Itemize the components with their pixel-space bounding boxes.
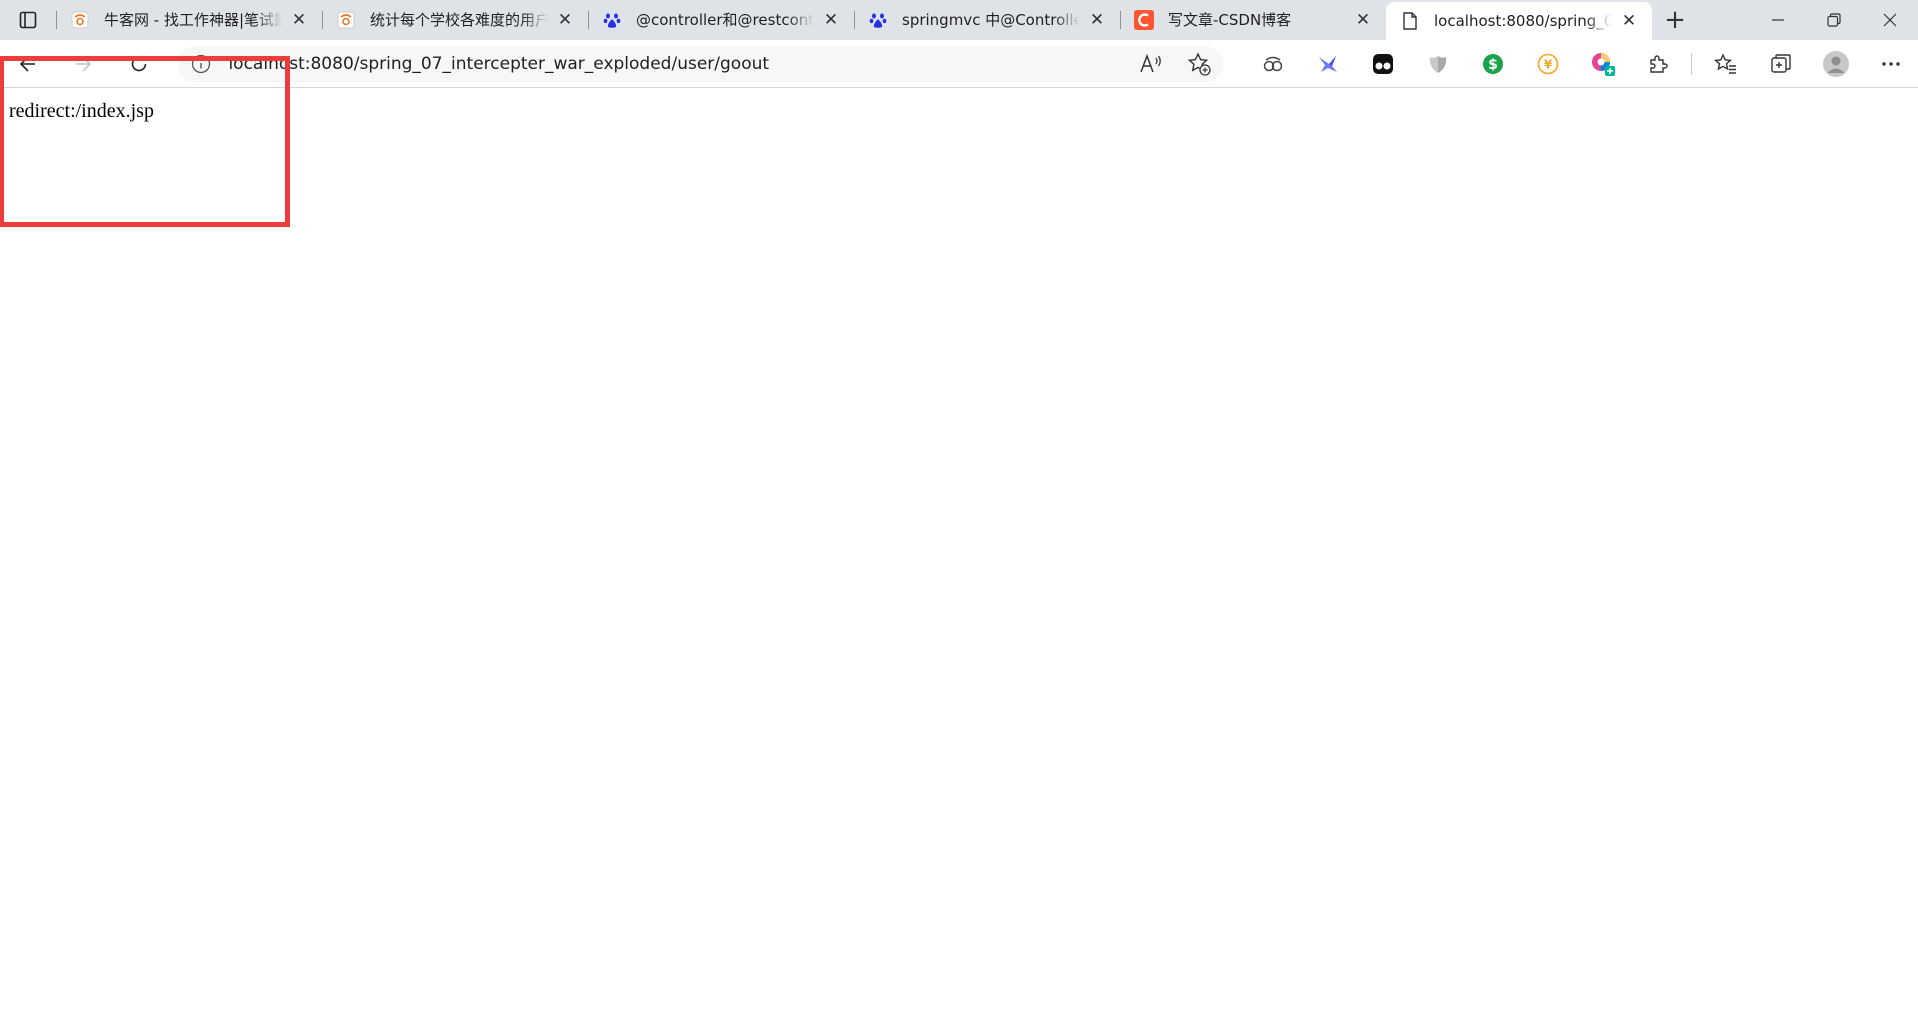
nowcoder-icon [336, 10, 356, 30]
tab-actions-icon [19, 11, 37, 29]
svg-text:$: $ [1488, 57, 1498, 73]
restore-icon [1827, 13, 1841, 27]
tab-actions-button[interactable] [0, 0, 56, 40]
tab-close-icon[interactable]: ✕ [1352, 9, 1374, 31]
tab-baidu-controller[interactable]: @controller和@restcontroller ✕ [588, 0, 854, 40]
add-favorite-icon[interactable] [1185, 50, 1213, 78]
more-dots-icon [1881, 61, 1900, 66]
puzzle-icon [1649, 54, 1668, 73]
svg-text:¥: ¥ [1543, 57, 1552, 71]
page-icon [1400, 11, 1420, 31]
browser-toolbar: $ ¥ [0, 40, 1918, 88]
dollar-icon: $ [1482, 53, 1503, 74]
minimize-icon [1772, 19, 1784, 21]
back-button[interactable] [0, 44, 55, 84]
link-chain-icon [1263, 56, 1282, 71]
site-info-icon[interactable] [190, 53, 212, 75]
read-aloud-icon[interactable] [1137, 50, 1165, 78]
extension-button[interactable]: ¥ [1520, 44, 1575, 84]
baidu-paw-icon [602, 10, 622, 30]
tab-close-icon[interactable]: ✕ [1086, 9, 1108, 31]
page-content: redirect:/index.jsp [0, 89, 1918, 1021]
close-window-button[interactable] [1862, 0, 1918, 40]
forward-button[interactable] [55, 44, 110, 84]
extension-button[interactable] [1410, 44, 1465, 84]
tab-title: 统计每个学校各难度的用户平 [370, 11, 548, 29]
minimize-button[interactable] [1750, 0, 1806, 40]
csdn-icon [1134, 10, 1154, 30]
profile-button[interactable] [1808, 44, 1863, 84]
close-icon [1883, 13, 1897, 27]
avatar-icon [1822, 50, 1849, 77]
colorful-extension-icon [1591, 52, 1615, 76]
baidu-paw-icon [868, 10, 888, 30]
refresh-icon [131, 55, 147, 71]
tab-close-icon[interactable]: ✕ [820, 9, 842, 31]
extensions-area: $ ¥ [1245, 44, 1918, 84]
tab-strip: 牛客网 - 找工作神器|笔试题 ✕ 统计每个学校各难度的用户平 ✕ @contr… [0, 0, 1918, 40]
bird-icon [1318, 55, 1337, 72]
extension-button[interactable]: $ [1465, 44, 1520, 84]
extension-button[interactable] [1355, 44, 1410, 84]
response-text: redirect:/index.jsp [9, 100, 154, 122]
restore-button[interactable] [1806, 0, 1862, 40]
plus-icon: + [1664, 5, 1686, 35]
tab-title: @controller和@restcontroller [636, 11, 814, 29]
tab-title: localhost:8080/spring_07_inter [1434, 12, 1612, 30]
tab-close-icon[interactable]: ✕ [554, 9, 576, 31]
refresh-button[interactable] [111, 44, 166, 84]
forward-arrow-icon [76, 55, 92, 72]
yen-icon: ¥ [1537, 53, 1558, 74]
favorites-star-icon [1713, 52, 1736, 74]
address-bar[interactable] [178, 45, 1223, 82]
nowcoder-icon [70, 10, 90, 30]
extension-button[interactable] [1575, 44, 1630, 84]
new-tab-button[interactable]: + [1652, 0, 1698, 40]
extensions-button[interactable] [1630, 44, 1685, 84]
tab-close-icon[interactable]: ✕ [288, 9, 310, 31]
extension-button[interactable] [1300, 44, 1355, 84]
tab-csdn-write[interactable]: 写文章-CSDN博客 ✕ [1120, 0, 1386, 40]
extension-button[interactable] [1245, 44, 1300, 84]
tampermonkey-icon [1372, 53, 1393, 74]
shield-icon [1429, 55, 1446, 73]
tab-title: springmvc 中@Controller和 [902, 11, 1080, 29]
url-input[interactable] [228, 53, 1127, 74]
tab-close-icon[interactable]: ✕ [1618, 10, 1640, 32]
favorites-button[interactable] [1698, 44, 1753, 84]
tab-nowcoder-question[interactable]: 统计每个学校各难度的用户平 ✕ [322, 0, 588, 40]
tab-title: 写文章-CSDN博客 [1168, 11, 1292, 29]
collections-button[interactable] [1753, 44, 1808, 84]
collections-icon [1770, 53, 1791, 73]
tab-localhost-active[interactable]: localhost:8080/spring_07_inter ✕ [1386, 2, 1652, 40]
tab-title: 牛客网 - 找工作神器|笔试题 [104, 11, 282, 29]
back-arrow-icon [19, 55, 35, 72]
tab-baidu-springmvc[interactable]: springmvc 中@Controller和 ✕ [854, 0, 1120, 40]
tab-nowcoder-home[interactable]: 牛客网 - 找工作神器|笔试题 ✕ [56, 0, 322, 40]
settings-menu-button[interactable] [1863, 44, 1918, 84]
